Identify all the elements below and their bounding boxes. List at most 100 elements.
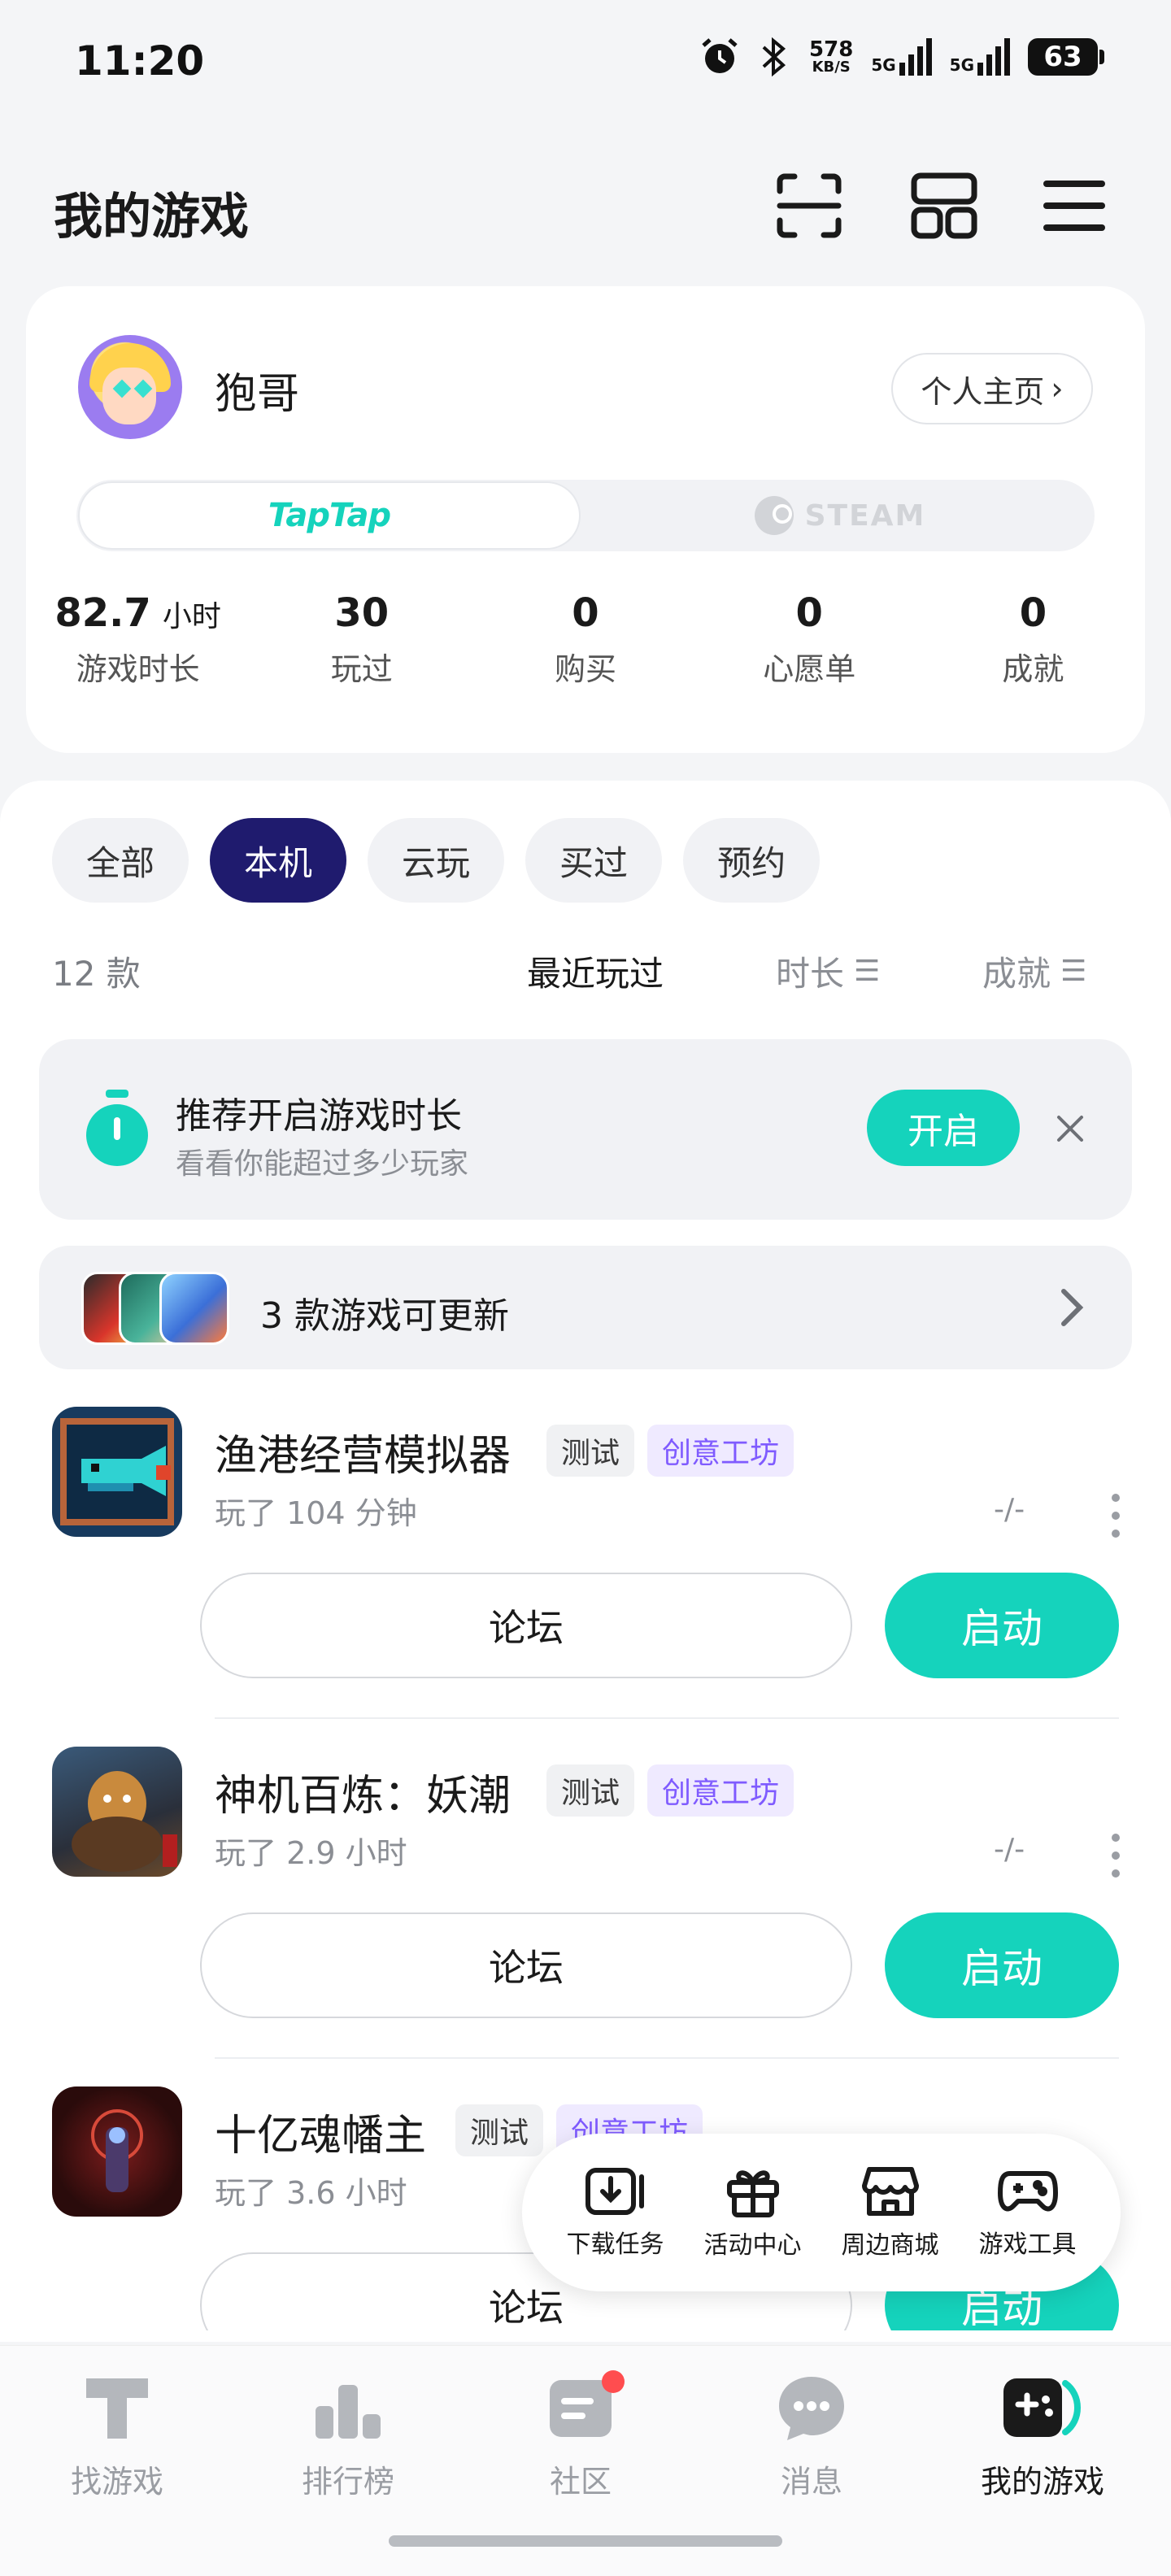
status-bar: 11:20 578 KB/S 5G 5G 63	[0, 0, 1171, 122]
game-icon-fishing-port[interactable]	[52, 1407, 182, 1537]
tab-rankings[interactable]: 排行榜	[267, 2370, 429, 2501]
tab-find-games[interactable]: 找游戏	[36, 2370, 198, 2501]
status-icons: 578 KB/S 5G 5G 63	[699, 36, 1104, 78]
signal-5g-1: 5G	[871, 38, 932, 76]
chip-bought[interactable]: 买过	[525, 818, 663, 903]
forum-button[interactable]: 论坛	[200, 1573, 852, 1678]
game-playtime: 玩了 2.9 小时	[215, 1835, 407, 1871]
tag-test: 测试	[546, 1425, 635, 1477]
profile-stats: 82.7 小时 游戏时长 30 玩过 0 购买 0 心愿单 0 成就	[26, 587, 1145, 689]
filter-chips: 全部 本机 云玩 买过 预约	[52, 818, 821, 903]
tag-test: 测试	[546, 1764, 635, 1817]
taptap-t-icon	[86, 2378, 148, 2439]
stat-achievements[interactable]: 0 成就	[921, 587, 1145, 689]
net-speed: 578 KB/S	[809, 37, 854, 76]
game-title[interactable]: 渔港经营模拟器	[215, 1421, 511, 1482]
profile-home-label: 个人主页	[921, 373, 1045, 410]
more-vertical-icon[interactable]	[1109, 1831, 1122, 1880]
platform-taptap-tab[interactable]: TapTap	[78, 481, 581, 550]
battery-icon: 63	[1028, 38, 1104, 76]
ranking-icon	[316, 2385, 381, 2439]
more-vertical-icon[interactable]	[1109, 1491, 1122, 1540]
tab-community[interactable]: 社区	[499, 2370, 662, 2501]
close-icon[interactable]	[1046, 1104, 1095, 1153]
chip-reserved[interactable]: 预约	[683, 818, 821, 903]
game-row: 神机百炼：妖潮 测试 创意工坊 玩了 2.9 小时 -/- 论坛 启动	[0, 1747, 1171, 2086]
tab-messages[interactable]: 消息	[730, 2370, 893, 2501]
stopwatch-icon	[86, 1090, 148, 1166]
game-icon-shenji[interactable]	[52, 1747, 182, 1877]
recommend-banner: 推荐开启游戏时长 看看你能超过多少玩家 开启	[39, 1039, 1132, 1220]
steam-label: STEAM	[804, 498, 926, 533]
sort-icon: ☰	[854, 955, 881, 988]
signal-5g-2: 5G	[950, 38, 1010, 76]
launch-button[interactable]: 启动	[885, 1912, 1119, 2018]
game-title[interactable]: 神机百炼：妖潮	[215, 1761, 511, 1822]
recommend-subtitle: 看看你能超过多少玩家	[176, 1147, 469, 1181]
clock: 11:20	[75, 37, 205, 85]
profile-home-button[interactable]: 个人主页 ›	[891, 353, 1093, 424]
game-title[interactable]: 十亿魂幡主	[215, 2101, 426, 2162]
gift-icon	[726, 2170, 779, 2217]
divider	[215, 2057, 1119, 2059]
grid-icon[interactable]	[908, 169, 981, 242]
launch-button[interactable]: 启动	[885, 1573, 1119, 1678]
bluetooth-icon	[762, 37, 786, 77]
forum-button[interactable]: 论坛	[200, 1912, 852, 2018]
sort-achievement[interactable]: 成就 ☰	[982, 946, 1086, 996]
tag-test: 测试	[455, 2104, 544, 2156]
game-count: 12 款	[52, 954, 141, 994]
chip-cloud[interactable]: 云玩	[368, 818, 505, 903]
sort-icon: ☰	[1060, 955, 1087, 988]
game-row: 渔港经营模拟器 测试 创意工坊 玩了 104 分钟 -/- 论坛 启动	[0, 1407, 1171, 1747]
download-icon	[585, 2168, 644, 2215]
alarm-icon	[702, 38, 738, 73]
quick-activity-center[interactable]: 活动中心	[704, 2165, 802, 2261]
tag-workshop[interactable]: 创意工坊	[647, 1764, 794, 1817]
quick-merch-store[interactable]: 周边商城	[842, 2165, 939, 2261]
game-playtime: 玩了 3.6 小时	[215, 2175, 407, 2211]
profile-card: 狍哥 个人主页 › TapTap STEAM 82.7 小时 游戏时长 30 玩过…	[26, 286, 1145, 753]
chevron-right-icon: ›	[1051, 371, 1064, 407]
sort-recent[interactable]: 最近玩过	[527, 946, 664, 996]
username: 狍哥	[215, 370, 300, 419]
game-icon-soul-banner[interactable]	[52, 2086, 182, 2217]
my-games-icon	[1003, 2378, 1081, 2437]
page-title: 我的游戏	[54, 189, 249, 246]
game-achievement: -/-	[994, 1833, 1025, 1866]
stat-played[interactable]: 30 玩过	[250, 587, 473, 689]
signal-bars-icon	[977, 38, 1010, 76]
tag-workshop[interactable]: 创意工坊	[647, 1425, 794, 1477]
enable-playtime-button[interactable]: 开启	[867, 1090, 1020, 1166]
updates-text: 3 款游戏可更新	[260, 1295, 509, 1337]
chip-all[interactable]: 全部	[52, 818, 189, 903]
platform-steam-tab[interactable]: STEAM	[586, 480, 1095, 551]
signal-bars-icon	[899, 38, 932, 76]
home-indicator[interactable]	[389, 2535, 782, 2547]
quick-menu: 下载任务 活动中心 周边商城 游戏工具	[522, 2134, 1121, 2291]
update-game-icons	[81, 1272, 236, 1345]
recommend-title: 推荐开启游戏时长	[176, 1095, 462, 1137]
game-tags: 测试 创意工坊	[546, 1764, 794, 1817]
stat-playtime[interactable]: 82.7 小时 游戏时长	[26, 587, 250, 689]
tab-my-games[interactable]: 我的游戏	[961, 2370, 1124, 2501]
gamepad-icon	[997, 2171, 1058, 2212]
sort-duration[interactable]: 时长 ☰	[776, 946, 880, 996]
game-thumb	[159, 1272, 229, 1345]
quick-download-tasks[interactable]: 下载任务	[567, 2165, 664, 2260]
updates-bar[interactable]: 3 款游戏可更新	[39, 1246, 1132, 1369]
platform-toggle: TapTap STEAM	[76, 480, 1095, 551]
stat-purchased[interactable]: 0 购买	[473, 587, 697, 689]
quick-game-tools[interactable]: 游戏工具	[979, 2165, 1077, 2260]
message-icon	[779, 2377, 844, 2440]
avatar[interactable]	[78, 335, 182, 439]
stat-wishlist[interactable]: 0 心愿单	[698, 587, 921, 689]
store-icon	[861, 2167, 919, 2216]
scan-icon[interactable]	[773, 169, 846, 242]
menu-icon[interactable]	[1038, 169, 1111, 242]
chip-local[interactable]: 本机	[210, 818, 347, 903]
steam-icon	[754, 496, 794, 535]
game-tags: 测试 创意工坊	[546, 1425, 794, 1477]
game-playtime: 玩了 104 分钟	[215, 1495, 417, 1531]
chevron-right-icon	[1061, 1289, 1084, 1326]
